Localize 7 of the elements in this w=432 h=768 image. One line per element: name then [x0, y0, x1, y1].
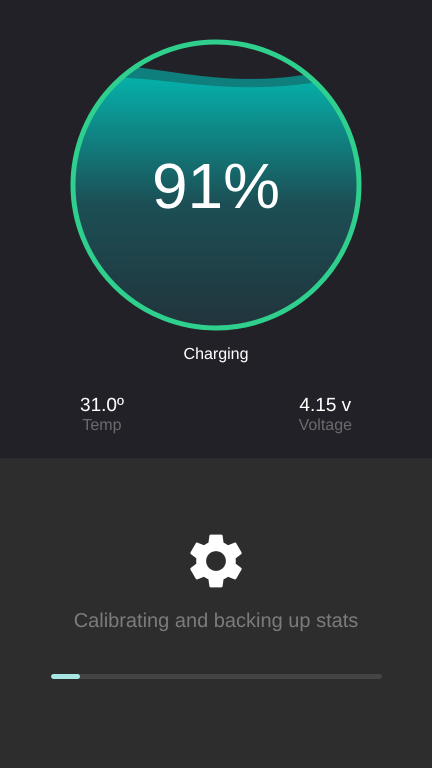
stat-value: 31.0º	[80, 395, 124, 417]
charging-status: Charging	[184, 345, 248, 365]
battery-percentage: 91%	[152, 150, 280, 222]
calibration-message: Calibrating and backing up stats	[74, 609, 358, 634]
stat-label: Voltage	[298, 417, 352, 435]
stat-label: Temp	[82, 417, 122, 435]
stat-value: 4.15 v	[299, 395, 352, 417]
